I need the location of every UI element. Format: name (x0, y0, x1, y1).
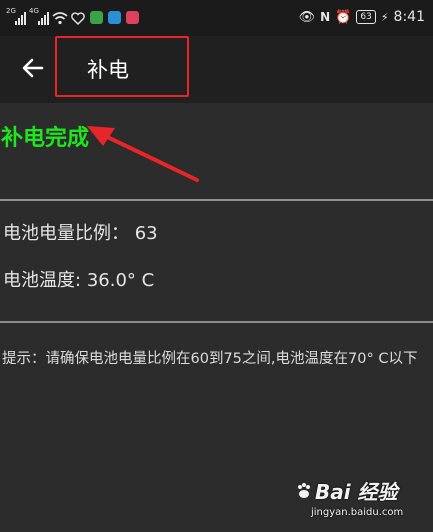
paw-icon (298, 482, 310, 498)
sim2-signal-icon: 4G (29, 7, 49, 25)
status-bar-left: 2G 4G (6, 7, 139, 25)
battery-temperature-value: 36.0° C (86, 270, 155, 291)
watermark-logo-text: Bai 经验 (315, 480, 398, 504)
clock: 8:41 (393, 9, 425, 25)
battery-icon: 63 (356, 10, 376, 24)
annotation-highlight-box (55, 36, 189, 97)
hint-text: 提示：请确保电池电量比例在60到75之间,电池温度在70° C以下 (2, 351, 418, 367)
alarm-icon: ⏰ (335, 9, 352, 25)
watermark-logo: Bai 经验 (295, 476, 425, 505)
baidu-jingyan-watermark: Bai 经验 jingyan.baidu.com (295, 476, 425, 518)
app-notification-icon-blue (108, 11, 121, 24)
wifi-icon (52, 12, 68, 25)
status-bar: 2G 4G 👁 N ⏰ 63 ⚡ 8:41 (0, 0, 433, 36)
status-bar-right: 👁 N ⏰ 63 ⚡ 8:41 (299, 9, 425, 25)
app-notification-icon-red (126, 11, 139, 24)
health-heart-icon (71, 12, 85, 25)
battery-temperature-row: 电池温度: 36.0° C (3, 266, 154, 292)
sim1-signal-icon: 2G (6, 7, 26, 25)
divider-top (0, 199, 433, 201)
charge-status-text: 补电完成 (1, 126, 90, 151)
charging-icon: ⚡ (380, 10, 389, 24)
battery-level-row: 电池电量比例： 63 (3, 219, 158, 245)
divider-bottom (0, 321, 433, 323)
eye-comfort-icon: 👁 (298, 9, 316, 25)
back-arrow-icon[interactable] (18, 53, 48, 83)
watermark-url: jingyan.baidu.com (311, 507, 404, 518)
battery-temperature-label: 电池温度: (3, 270, 82, 291)
battery-level-value: 63 (134, 223, 158, 244)
app-notification-icon-green (90, 11, 103, 24)
battery-level-label: 电池电量比例： (3, 223, 129, 244)
nfc-icon: N (320, 10, 331, 24)
annotation-arrow (87, 126, 199, 182)
